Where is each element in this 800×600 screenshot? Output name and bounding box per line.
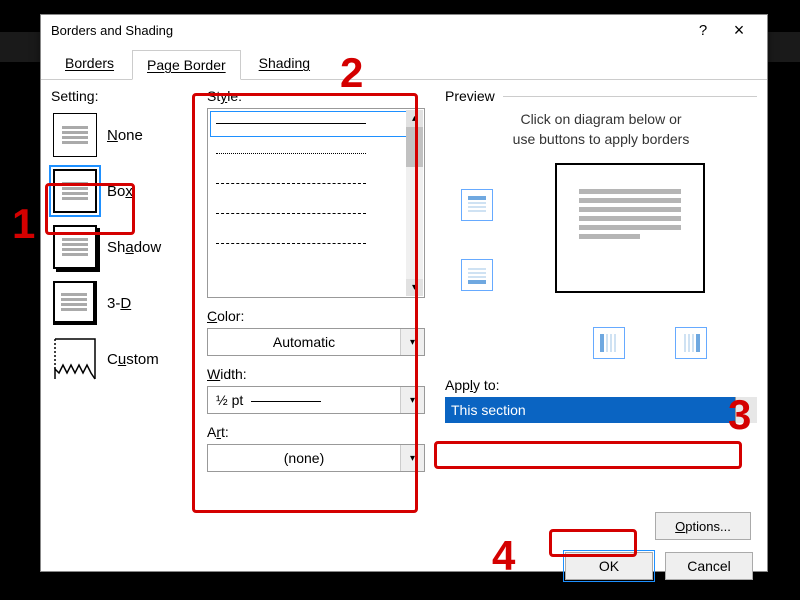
scroll-up-icon[interactable]: ▴: [406, 110, 423, 127]
setting-3d-label: 3-D: [107, 295, 131, 312]
apply-to-combo[interactable]: This section ▾: [445, 397, 757, 423]
chevron-down-icon[interactable]: ▾: [735, 397, 757, 423]
tab-bar: Borders Page Border Shading: [41, 45, 767, 80]
style-column: Style: ▴ ▾ Color: Automatic ▾ Width:: [201, 88, 431, 544]
color-value: Automatic: [208, 334, 400, 350]
borders-shading-dialog: Borders and Shading ? × Borders Page Bor…: [40, 14, 768, 572]
scroll-down-icon[interactable]: ▾: [406, 279, 423, 296]
setting-shadow-label: Shadow: [107, 239, 161, 256]
callout-1: 1: [12, 200, 35, 248]
style-listbox[interactable]: ▴ ▾: [207, 108, 425, 298]
style-opt-dash2[interactable]: [208, 199, 424, 229]
tab-page-border[interactable]: Page Border: [132, 50, 241, 80]
none-icon: [53, 113, 97, 157]
art-combo[interactable]: (none) ▾: [207, 444, 425, 472]
preview-label: Preview: [445, 88, 495, 104]
help-button[interactable]: ?: [685, 16, 721, 44]
box-icon: [53, 169, 97, 213]
border-bottom-button[interactable]: [461, 259, 493, 291]
titlebar: Borders and Shading ? ×: [41, 15, 767, 45]
chevron-down-icon[interactable]: ▾: [400, 387, 424, 413]
setting-none-label: None: [107, 127, 143, 144]
custom-icon: [53, 337, 97, 381]
width-combo[interactable]: ½ pt ▾: [207, 386, 425, 414]
close-button[interactable]: ×: [721, 16, 757, 44]
border-right-button[interactable]: [675, 327, 707, 359]
chevron-down-icon[interactable]: ▾: [400, 329, 424, 355]
color-label: Color:: [207, 308, 425, 324]
tab-borders[interactable]: Borders: [51, 49, 128, 79]
preview-column: Preview Click on diagram below oruse but…: [431, 88, 757, 544]
width-label: Width:: [207, 366, 425, 382]
three-d-icon: [53, 281, 97, 325]
setting-box[interactable]: Box: [51, 164, 193, 218]
style-label: Style:: [207, 88, 425, 104]
style-opt-solid[interactable]: [208, 109, 424, 139]
style-scrollbar[interactable]: ▴ ▾: [406, 110, 423, 296]
settings-column: Setting: None Box Shadow: [51, 88, 201, 544]
tab-shading[interactable]: Shading: [245, 49, 324, 79]
settings-label: Setting:: [51, 88, 193, 104]
width-value: ½ pt: [208, 392, 400, 408]
dialog-title: Borders and Shading: [51, 23, 173, 38]
setting-3d[interactable]: 3-D: [51, 276, 193, 330]
art-label: Art:: [207, 424, 425, 440]
options-button[interactable]: Options...: [655, 512, 751, 540]
setting-box-label: Box: [107, 183, 133, 200]
ok-button[interactable]: OK: [565, 552, 653, 580]
setting-custom-label: Custom: [107, 351, 159, 368]
preview-page[interactable]: [555, 163, 705, 293]
cancel-button[interactable]: Cancel: [665, 552, 753, 580]
color-combo[interactable]: Automatic ▾: [207, 328, 425, 356]
border-left-button[interactable]: [593, 327, 625, 359]
chevron-down-icon[interactable]: ▾: [400, 445, 424, 471]
preview-hint: Click on diagram below oruse buttons to …: [445, 110, 757, 149]
border-top-button[interactable]: [461, 189, 493, 221]
style-opt-dashdot[interactable]: [208, 229, 424, 259]
dialog-footer: OK Cancel: [41, 550, 767, 590]
art-value: (none): [208, 450, 400, 466]
style-opt-dotted[interactable]: [208, 139, 424, 169]
apply-to-label: Apply to:: [445, 377, 757, 393]
setting-custom[interactable]: Custom: [51, 332, 193, 386]
apply-to-value: This section: [451, 402, 526, 418]
shadow-icon: [53, 225, 97, 269]
preview-diagram: [445, 159, 757, 359]
setting-none[interactable]: None: [51, 108, 193, 162]
setting-shadow[interactable]: Shadow: [51, 220, 193, 274]
style-opt-dashed[interactable]: [208, 169, 424, 199]
scroll-thumb[interactable]: [406, 127, 423, 167]
